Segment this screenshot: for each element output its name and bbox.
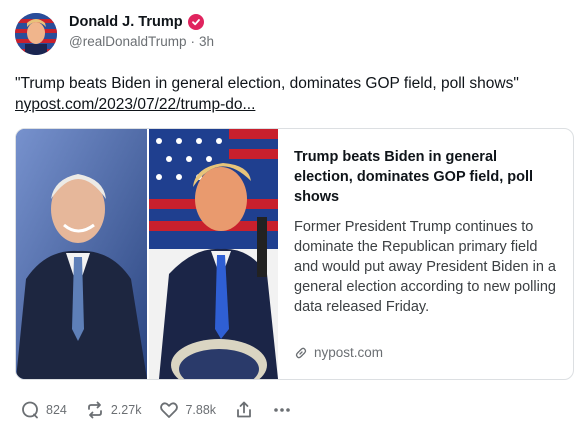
repost-count: 2.27k xyxy=(110,403,142,417)
card-description: Former President Trump continues to domi… xyxy=(294,219,556,315)
author-info: Donald J. Trump @realDonaldTrump · 3h xyxy=(69,14,214,49)
avatar[interactable] xyxy=(15,13,57,55)
reply-button[interactable]: 824 xyxy=(20,400,67,420)
preview-image-left xyxy=(16,129,147,379)
share-button[interactable] xyxy=(234,400,254,420)
post-text: "Trump beats Biden in general election, … xyxy=(15,75,519,92)
verified-badge-icon xyxy=(187,14,204,30)
preview-image-right xyxy=(149,129,278,379)
card-domain[interactable]: nypost.com xyxy=(294,345,383,360)
post-link[interactable]: nypost.com/2023/07/22/trump-do... xyxy=(15,95,255,115)
link-icon xyxy=(294,346,308,360)
like-button[interactable]: 7.88k xyxy=(159,400,216,420)
reply-icon xyxy=(20,400,40,420)
author-meta: @realDonaldTrump · 3h xyxy=(69,34,214,49)
card-text: Trump beats Biden in general election, d… xyxy=(294,147,556,317)
author-name[interactable]: Donald J. Trump xyxy=(69,14,183,30)
card-domain-text: nypost.com xyxy=(314,345,384,360)
repost-icon xyxy=(85,400,105,420)
more-icon xyxy=(272,400,292,420)
card-title[interactable]: Trump beats Biden in general election, d… xyxy=(294,147,556,207)
like-count: 7.88k xyxy=(185,403,217,417)
meta-separator: · xyxy=(190,34,196,49)
share-icon xyxy=(234,400,254,420)
heart-icon xyxy=(159,400,179,420)
author-handle[interactable]: @realDonaldTrump xyxy=(69,34,187,49)
reply-count: 824 xyxy=(46,403,67,417)
more-button[interactable] xyxy=(272,400,292,420)
link-preview-card[interactable]: Trump beats Biden in general election, d… xyxy=(15,128,574,380)
avatar-image xyxy=(15,13,57,55)
post-time[interactable]: 3h xyxy=(199,34,214,49)
post: Donald J. Trump @realDonaldTrump · 3h "Tru… xyxy=(0,0,583,432)
action-bar: 824 2.27k 7.88k xyxy=(20,400,310,420)
repost-button[interactable]: 2.27k xyxy=(85,400,142,420)
